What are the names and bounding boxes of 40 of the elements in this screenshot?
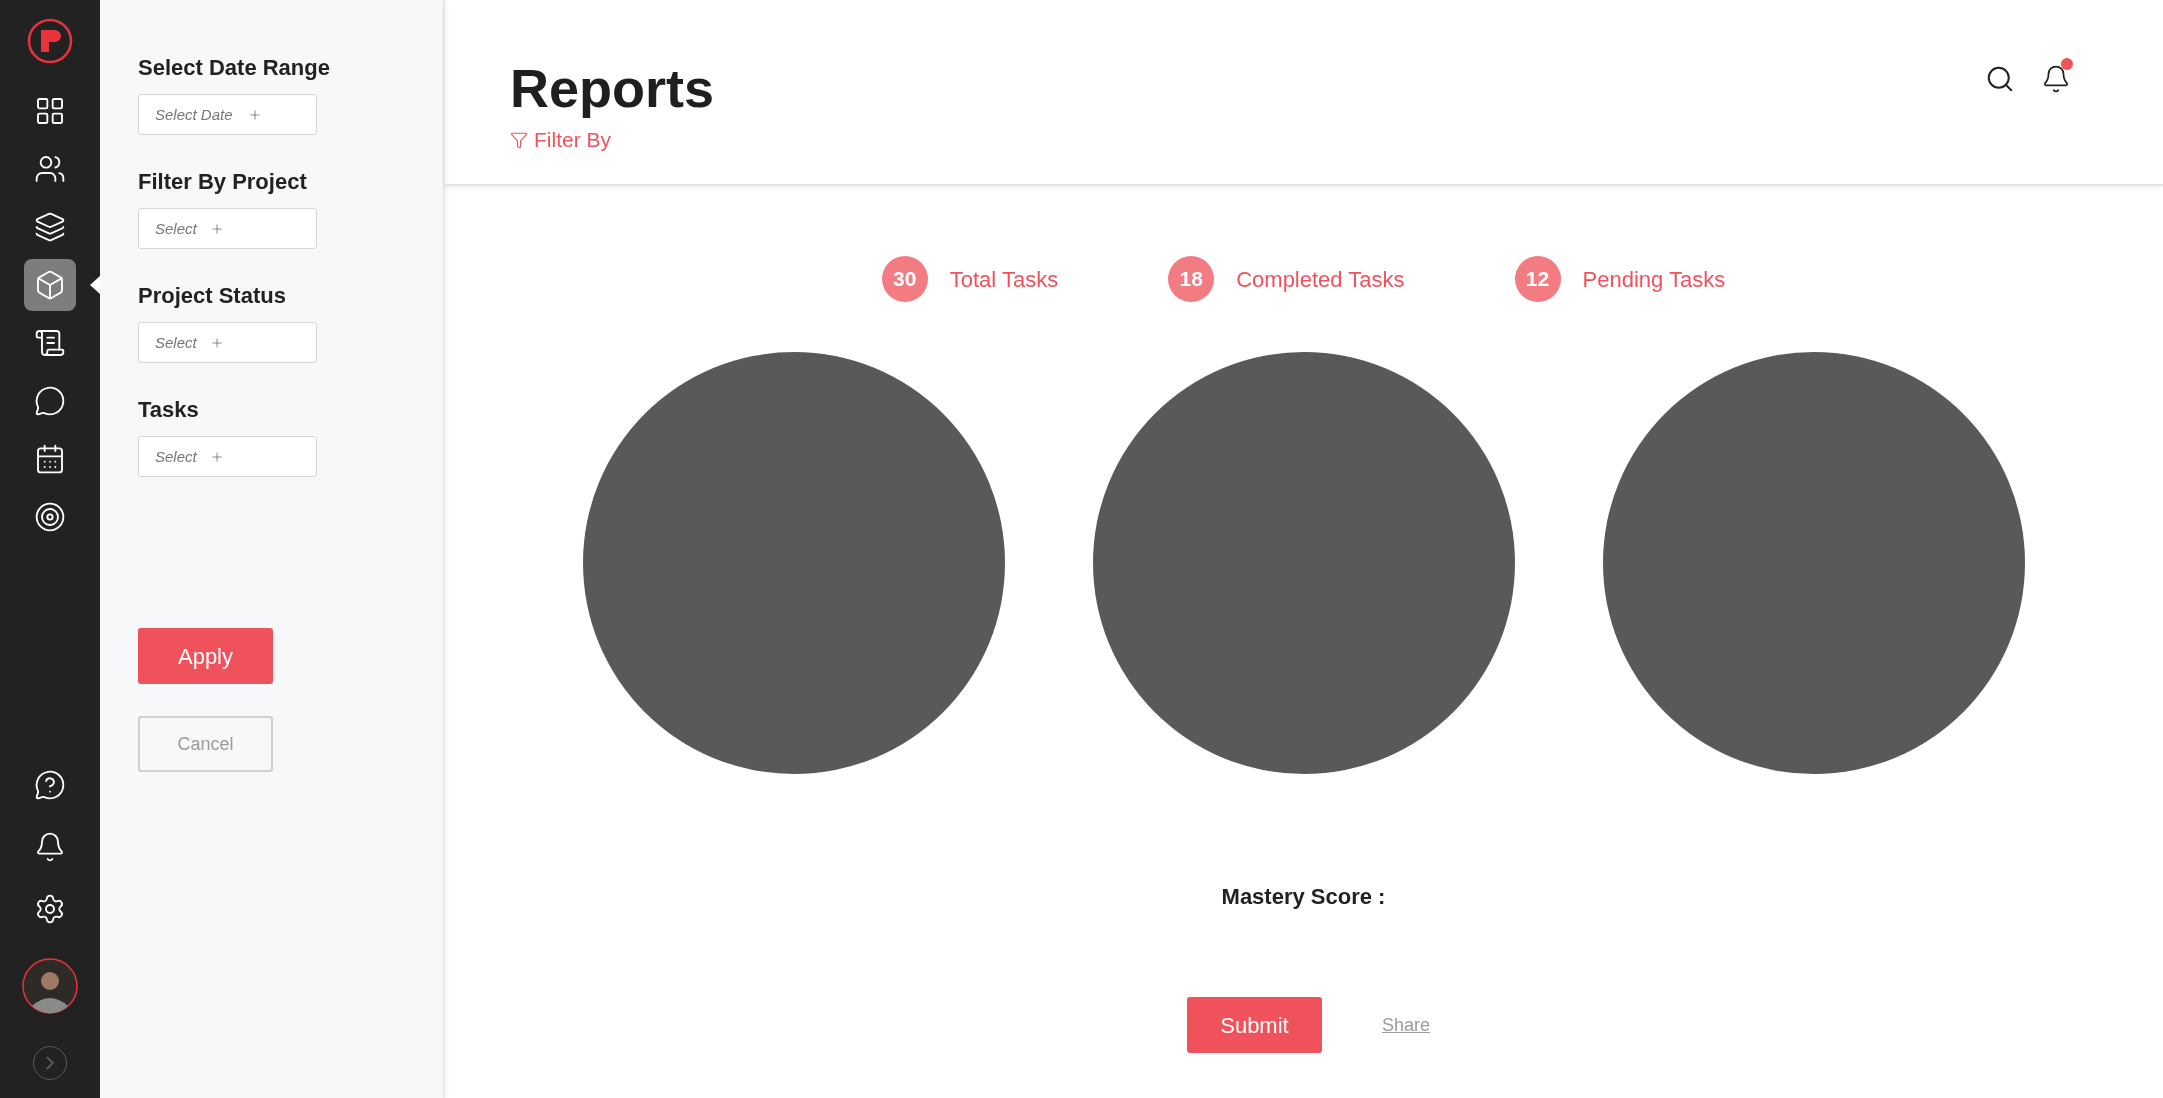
filter-label: Project Status: [138, 282, 287, 310]
logo-icon: [27, 18, 73, 64]
bell-icon: [2041, 64, 2071, 94]
target-icon: [34, 500, 66, 533]
filter-label: Select Date Range: [138, 54, 331, 82]
plus-icon: [209, 450, 224, 464]
stat-label: Completed Tasks: [1236, 265, 1405, 294]
select-field[interactable]: Select: [138, 208, 317, 249]
filter-link[interactable]: Filter By: [510, 124, 611, 156]
mastery-label: Mastery Score :: [1221, 883, 1386, 911]
select-field[interactable]: Select Date: [138, 94, 317, 135]
count-badge: 30: [881, 256, 928, 302]
help-icon: [34, 769, 66, 801]
search-button[interactable]: [1985, 64, 2015, 94]
submit-button[interactable]: Submit: [1186, 997, 1322, 1053]
share-link[interactable]: Share: [1381, 1011, 1430, 1039]
count-badge: 18: [1168, 256, 1215, 302]
layers-icon: [34, 210, 66, 243]
count-badge: 12: [1514, 256, 1561, 302]
settings-icon: [34, 893, 66, 925]
search-icon: [1985, 64, 2015, 94]
stat-label: Pending Tasks: [1582, 265, 1726, 294]
nav-item[interactable]: [24, 258, 76, 311]
bell-icon: [34, 831, 66, 863]
cancel-button[interactable]: Cancel: [138, 716, 273, 772]
cube-icon: [34, 268, 66, 301]
filter-label: Tasks: [138, 396, 200, 424]
chat-icon: [34, 384, 66, 417]
plus-icon: [247, 108, 262, 122]
select-field[interactable]: Select: [138, 436, 317, 477]
avatar[interactable]: [22, 958, 78, 1014]
stat-label: Total Tasks: [949, 265, 1059, 294]
calendar-icon: [34, 442, 66, 475]
plus-icon: [209, 222, 224, 236]
plus-icon: [209, 336, 224, 350]
select-field[interactable]: Select: [138, 322, 317, 363]
apply-button[interactable]: Apply: [138, 628, 273, 684]
filter-icon: [510, 130, 528, 149]
page-title: Reports: [510, 57, 715, 120]
filter-label: Filter By Project: [138, 168, 308, 196]
